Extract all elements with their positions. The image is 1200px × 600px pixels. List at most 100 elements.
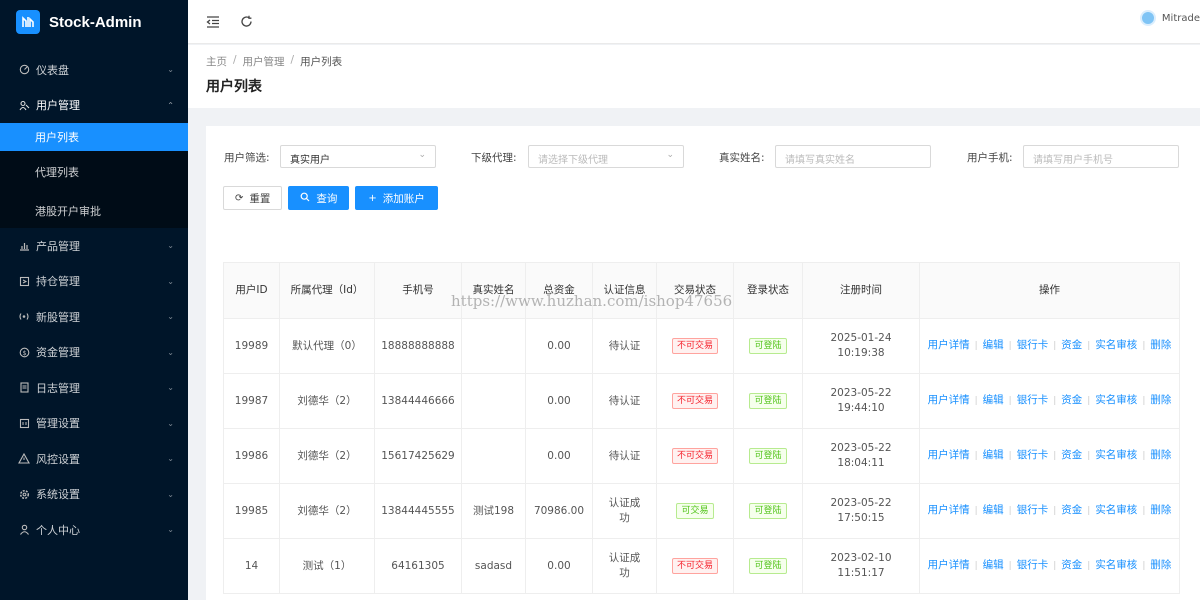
register-date: 2023-05-22 [830,497,892,509]
sidebar-item-user-list[interactable]: 用户列表 [0,123,188,151]
add-account-button[interactable]: + 添加账户 [355,186,438,210]
column-header[interactable]: 认证信息 [592,262,657,319]
login-status-badge: 可登陆 [749,393,787,409]
register-time-cell: 2023-02-10 11:51:17 [802,538,920,594]
breadcrumb-user-manage[interactable]: 用户管理 [243,54,285,69]
verify-link[interactable]: 实名审核 [1095,394,1137,406]
column-header[interactable]: 交易状态 [656,262,734,319]
user-id-cell: 19987 [223,373,280,429]
table-row: 19989 默认代理（0） 18888888888 0.00 待认证 不可交易 可登陆 202… [223,318,1180,374]
verify-link[interactable]: 实名审核 [1095,559,1137,571]
sidebar-item-risk[interactable]: 风控设置 ⌄ [0,441,188,477]
logo[interactable]: Stock-Admin [0,0,188,44]
funds-link[interactable]: 资金 [1061,504,1082,516]
operations-cell: 用户详情 | 编辑 | 银行卡 | 资金 | 实名审核 | 删除 [919,428,1180,484]
trade-status-badge: 不可交易 [671,338,718,354]
sidebar-item-label: 持仓管理 [36,275,80,289]
menu-fold-icon[interactable] [205,14,221,30]
funds-link[interactable]: 资金 [1061,559,1082,571]
user-detail-link[interactable]: 用户详情 [928,504,970,516]
sidebar-item-hk-approval[interactable]: 港股开户审批 [0,193,188,228]
column-header[interactable]: 所属代理（Id） [279,262,375,319]
user-menu[interactable]: Mitrade [1139,10,1200,26]
user-detail-link[interactable]: 用户详情 [928,339,970,351]
divider: | [974,561,978,571]
sidebar-item-admin-settings[interactable]: 管理设置 ⌄ [0,406,188,442]
trade-status-cell: 不可交易 [656,428,734,484]
funds-link[interactable]: 资金 [1061,339,1082,351]
delete-link[interactable]: 删除 [1150,504,1171,516]
bank-card-link[interactable]: 银行卡 [1017,339,1049,351]
sub-agent-placeholder: 请选择下级代理 [538,155,608,166]
real-name-input[interactable]: 请填写真实姓名 [775,145,931,168]
sidebar-item-label: 资金管理 [36,346,80,360]
bank-card-link[interactable]: 银行卡 [1017,449,1049,461]
column-header[interactable]: 操作 [919,262,1180,319]
delete-link[interactable]: 删除 [1150,339,1171,351]
verify-link[interactable]: 实名审核 [1095,339,1137,351]
user-detail-link[interactable]: 用户详情 [928,394,970,406]
edit-link[interactable]: 编辑 [983,394,1004,406]
sidebar-item-agent-list[interactable]: 代理列表 [0,151,188,193]
search-icon [300,192,310,205]
bank-card-link[interactable]: 银行卡 [1017,504,1049,516]
trade-status-cell: 不可交易 [656,318,734,374]
verify-link[interactable]: 实名审核 [1095,449,1137,461]
sub-agent-select[interactable]: 请选择下级代理 ⌄ [528,145,684,168]
column-header[interactable]: 用户ID [223,262,280,319]
delete-link[interactable]: 删除 [1150,394,1171,406]
sidebar-item-user-manage[interactable]: 用户管理 ⌃ [0,88,188,124]
auth-cell: 认证成功 [592,538,657,594]
sidebar-item-products[interactable]: 产品管理 ⌄ [0,228,188,264]
operations-cell: 用户详情 | 编辑 | 银行卡 | 资金 | 实名审核 | 删除 [919,538,1180,594]
column-header[interactable]: 手机号 [374,262,462,319]
register-time: 19:44:10 [837,402,885,414]
funds-link[interactable]: 资金 [1061,394,1082,406]
funds-cell: 0.00 [525,428,593,484]
real-name-cell [461,318,526,374]
phone-cell: 13844446666 [374,373,462,429]
phone-input[interactable]: 请填写用户手机号 [1023,145,1179,168]
sidebar-item-profile[interactable]: 个人中心 ⌄ [0,512,188,548]
column-header[interactable]: 注册时间 [802,262,920,319]
reset-button[interactable]: ⟳ 重置 [223,186,283,210]
trade-status-cell: 不可交易 [656,373,734,429]
column-header[interactable]: 登录状态 [733,262,803,319]
sidebar-item-positions[interactable]: 持仓管理 ⌄ [0,264,188,300]
breadcrumb-home[interactable]: 主页 [206,54,227,69]
query-button[interactable]: 查询 [288,186,350,210]
sidebar-item-ipo[interactable]: 新股管理 ⌄ [0,299,188,335]
chart-icon [18,240,30,252]
refresh-icon[interactable] [238,14,254,30]
sidebar-item-logs[interactable]: 日志管理 ⌄ [0,370,188,406]
user-filter-select[interactable]: 真实用户 ⌄ [280,145,436,168]
edit-link[interactable]: 编辑 [983,339,1004,351]
divider: | [1053,506,1057,516]
column-header[interactable]: 总资金 [525,262,593,319]
sidebar: Stock-Admin 仪表盘 ⌄ 用户管理 ⌃ 用户列表 代理列表 港股开户审… [0,0,188,600]
delete-link[interactable]: 删除 [1150,449,1171,461]
user-detail-link[interactable]: 用户详情 [928,559,970,571]
register-date: 2023-05-22 [830,387,892,399]
divider: | [1142,396,1146,406]
edit-link[interactable]: 编辑 [983,559,1004,571]
column-header[interactable]: 真实姓名 [461,262,526,319]
agent-cell: 默认代理（0） [279,318,375,374]
bank-card-link[interactable]: 银行卡 [1017,394,1049,406]
avatar [1139,10,1156,26]
verify-link[interactable]: 实名审核 [1095,504,1137,516]
funds-link[interactable]: 资金 [1061,449,1082,461]
funds-cell: 0.00 [525,318,593,374]
sidebar-item-dashboard[interactable]: 仪表盘 ⌄ [0,52,188,88]
delete-link[interactable]: 删除 [1150,559,1171,571]
sidebar-item-funds[interactable]: $ 资金管理 ⌄ [0,335,188,371]
user-detail-link[interactable]: 用户详情 [928,449,970,461]
bank-card-link[interactable]: 银行卡 [1017,559,1049,571]
edit-link[interactable]: 编辑 [983,504,1004,516]
edit-link[interactable]: 编辑 [983,449,1004,461]
table-row: 19986 刘德华（2） 15617425629 0.00 待认证 不可交易 可登陆 2023… [223,428,1180,484]
chevron-down-icon: ⌄ [167,347,174,357]
divider: | [1087,341,1091,351]
sidebar-item-system[interactable]: 系统设置 ⌄ [0,477,188,513]
divider: | [1008,451,1012,461]
